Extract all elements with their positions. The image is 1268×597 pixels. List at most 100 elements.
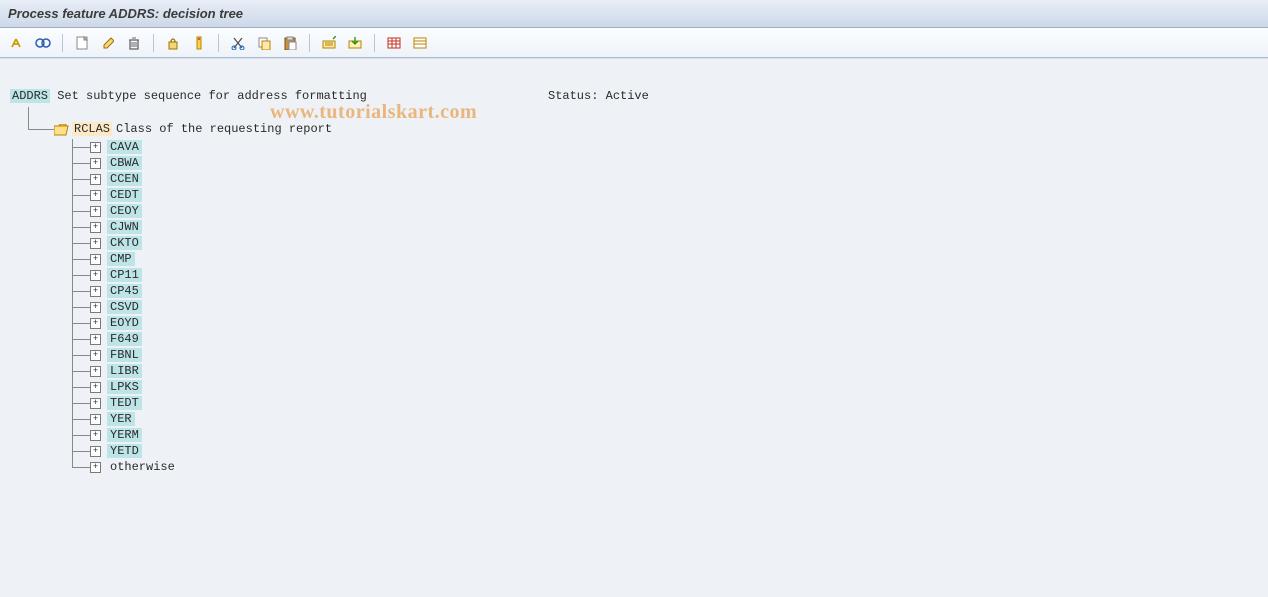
- tree-leaf-row[interactable]: + YERM: [66, 427, 1268, 443]
- expand-icon[interactable]: +: [90, 302, 101, 313]
- branch-desc: Class of the requesting report: [116, 122, 332, 136]
- expand-icon[interactable]: +: [90, 174, 101, 185]
- tree-connector: [72, 259, 90, 260]
- cut-button[interactable]: [227, 32, 249, 54]
- status-label: Status:: [548, 89, 598, 103]
- tree-leaf-row[interactable]: + LPKS: [66, 379, 1268, 395]
- lock-button[interactable]: [162, 32, 184, 54]
- tree-connector: [72, 195, 90, 196]
- titlebar: Process feature ADDRS: decision tree: [0, 0, 1268, 28]
- tree-leaf-label: LIBR: [107, 364, 142, 378]
- tree-leaf-label: CAVA: [107, 140, 142, 154]
- tree-leaf-row[interactable]: +YETD: [66, 443, 1268, 459]
- copy-button[interactable]: [253, 32, 275, 54]
- paste-button[interactable]: [279, 32, 301, 54]
- tree-leaf-row[interactable]: + FBNL: [66, 347, 1268, 363]
- root-desc: Set subtype sequence for address formatt…: [50, 89, 367, 103]
- check-button[interactable]: [6, 32, 28, 54]
- expand-icon[interactable]: +: [90, 446, 101, 457]
- expand-icon[interactable]: +: [90, 366, 101, 377]
- tree-connector: [72, 419, 90, 420]
- tree-connector: [72, 163, 90, 164]
- status-area: Status: Active: [548, 89, 649, 103]
- tree-leaf-row[interactable]: + CSVD: [66, 299, 1268, 315]
- tree-leaf-label: CP45: [107, 284, 142, 298]
- table-view-button[interactable]: [383, 32, 405, 54]
- tree-root-row[interactable]: ADDRS Set subtype sequence for address f…: [10, 89, 1258, 103]
- activate-button[interactable]: [188, 32, 210, 54]
- tree-leaf-row[interactable]: +CKTO: [66, 235, 1268, 251]
- tree-connector: [72, 147, 90, 148]
- tree-leaf-row[interactable]: +YER: [66, 411, 1268, 427]
- tree-connector: [72, 403, 90, 404]
- tree-leaf-row[interactable]: + CCEN: [66, 171, 1268, 187]
- titlebar-text: Process feature ADDRS: decision tree: [8, 6, 243, 21]
- toolbar-separator: [153, 34, 154, 52]
- tree-leaf-row[interactable]: + TEDT: [66, 395, 1268, 411]
- tree-leaf-row[interactable]: + CBWA: [66, 155, 1268, 171]
- tree-branch-row[interactable]: RCLAS Class of the requesting report: [54, 122, 1268, 136]
- toolbar-separator: [309, 34, 310, 52]
- tree-connector: [72, 291, 90, 292]
- expand-icon[interactable]: +: [90, 254, 101, 265]
- delete-button[interactable]: [123, 32, 145, 54]
- expand-icon[interactable]: +: [90, 414, 101, 425]
- tree-connector: [72, 355, 90, 356]
- tree-leaf-row[interactable]: + CAVA: [66, 139, 1268, 155]
- tree-leaf-label: CJWN: [107, 220, 142, 234]
- expand-icon[interactable]: +: [90, 334, 101, 345]
- tree-leaf-label: CBWA: [107, 156, 142, 170]
- tree-leaf-row[interactable]: + EOYD: [66, 315, 1268, 331]
- tree-leaf-label: CEDT: [107, 188, 142, 202]
- tree-leaf-row[interactable]: + F649: [66, 331, 1268, 347]
- tree-connector: [72, 179, 90, 180]
- toolbar: [0, 28, 1268, 58]
- tree-leaf-label: LPKS: [107, 380, 142, 394]
- where-used-button[interactable]: [318, 32, 340, 54]
- tree-leaf-row[interactable]: + CP45: [66, 283, 1268, 299]
- tree-leaf-label: CP11: [107, 268, 142, 282]
- expand-icon[interactable]: +: [90, 318, 101, 329]
- edit-button[interactable]: [97, 32, 119, 54]
- tree-children: +CAVA+CBWA+CCEN+CEDT+CEOY+CJWN+CKTO+CMP+…: [66, 139, 1268, 475]
- tree-leaf-label: TEDT: [107, 396, 142, 410]
- tree-leaf-label: YERM: [107, 428, 142, 442]
- expand-icon[interactable]: +: [90, 158, 101, 169]
- create-button[interactable]: [71, 32, 93, 54]
- expand-icon[interactable]: +: [90, 222, 101, 233]
- tree-leaf-row[interactable]: + CJWN: [66, 219, 1268, 235]
- tree-leaf-row[interactable]: +CMP: [66, 251, 1268, 267]
- expand-icon[interactable]: +: [90, 238, 101, 249]
- tree-leaf-row[interactable]: + LIBR: [66, 363, 1268, 379]
- tree-leaf-label: FBNL: [107, 348, 142, 362]
- expand-icon[interactable]: +: [90, 142, 101, 153]
- expand-icon[interactable]: +: [90, 270, 101, 281]
- insert-button[interactable]: [344, 32, 366, 54]
- tree-leaf-label: EOYD: [107, 316, 142, 330]
- expand-icon[interactable]: +: [90, 382, 101, 393]
- expand-icon[interactable]: +: [90, 286, 101, 297]
- expand-icon[interactable]: +: [90, 430, 101, 441]
- tree-leaf-label: CSVD: [107, 300, 142, 314]
- expand-icon[interactable]: +: [90, 190, 101, 201]
- toolbar-separator: [374, 34, 375, 52]
- tree-leaf-row[interactable]: + CP11: [66, 267, 1268, 283]
- expand-icon[interactable]: +: [90, 350, 101, 361]
- tree-leaf-row[interactable]: +otherwise: [66, 459, 1268, 475]
- expand-icon[interactable]: +: [90, 462, 101, 473]
- tree-connector: [72, 467, 90, 468]
- tree-leaf-row[interactable]: + CEDT: [66, 187, 1268, 203]
- content-area: www.tutorialskart.com ADDRS Set subtype …: [0, 58, 1268, 597]
- tree-connector: [72, 339, 90, 340]
- tree-leaf-label: CEOY: [107, 204, 142, 218]
- display-button[interactable]: [32, 32, 54, 54]
- tree-connector: [72, 323, 90, 324]
- tree-view-button[interactable]: [409, 32, 431, 54]
- tree-leaf-label: F649: [107, 332, 142, 346]
- expand-icon[interactable]: +: [90, 398, 101, 409]
- tree-leaf-label: CCEN: [107, 172, 142, 186]
- tree-leaf-row[interactable]: + CEOY: [66, 203, 1268, 219]
- expand-icon[interactable]: +: [90, 206, 101, 217]
- toolbar-separator: [218, 34, 219, 52]
- tree-connector: [72, 435, 90, 436]
